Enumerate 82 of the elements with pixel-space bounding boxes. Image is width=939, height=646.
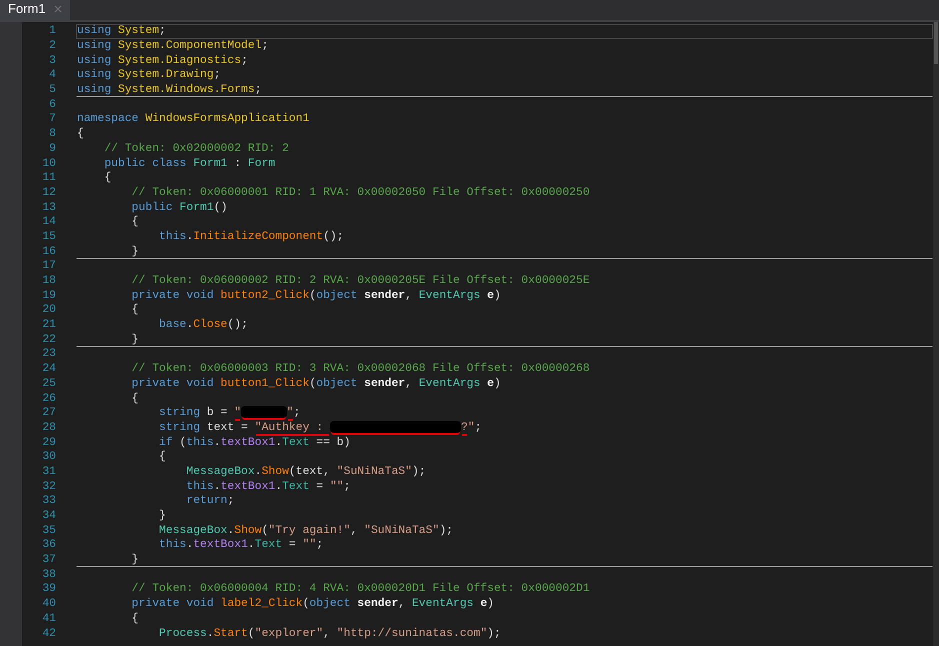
editor-tab[interactable]: Form1 ×	[0, 0, 70, 20]
line-number: 31	[41, 464, 56, 479]
code-line: {	[130, 612, 140, 626]
code-line: using System.Drawing;	[76, 68, 222, 83]
line-number: 34	[41, 509, 56, 524]
line-number: 4	[48, 68, 56, 82]
code-line: string text = "Authkey : ?";	[158, 420, 483, 436]
line-number: 11	[41, 171, 56, 186]
line-number: 2	[48, 39, 56, 54]
code-line: // Token: 0x06000004 RID: 4 RVA: 0x000020D1 File Offset: 0x000002D1	[130, 582, 591, 597]
line-number: 6	[48, 98, 56, 112]
line-number: 9	[48, 142, 56, 156]
line-number: 20	[41, 303, 56, 318]
line-number: 14	[41, 215, 56, 230]
line-number: 5	[48, 83, 56, 98]
code-line: private void label2_Click(object sender, EventArgs e)	[130, 596, 496, 612]
line-number: 29	[41, 436, 56, 450]
code-line: if (this.textBox1.Text == b)	[158, 436, 352, 450]
line-number: 35	[41, 524, 56, 538]
code-line: using System.Diagnostics;	[76, 54, 249, 68]
code-line: }	[158, 508, 167, 524]
line-number: 24	[41, 362, 56, 376]
code-line: // Token: 0x06000001 RID: 1 RVA: 0x00002050 File Offset: 0x00000250	[130, 186, 591, 200]
scrollbar[interactable]	[933, 22, 939, 646]
line-number: 32	[41, 480, 56, 494]
code-line: MessageBox.Show(text, "SuNiNaTaS");	[185, 464, 427, 480]
code-line: }	[76, 244, 933, 259]
code-line: {	[130, 392, 140, 406]
line-number: 22	[41, 332, 56, 347]
code-line: this.textBox1.Text = "";	[158, 538, 324, 553]
line-number: 25	[41, 376, 56, 391]
line-number: 40	[41, 597, 56, 612]
code-line: private void button2_Click(object sender, EventArgs e)	[130, 288, 502, 304]
line-number: 26	[41, 392, 56, 406]
code-line: namespace WindowsFormsApplication1	[76, 112, 310, 127]
code-line: {	[158, 450, 167, 465]
line-number: 38	[41, 568, 56, 582]
line-number: 17	[41, 259, 56, 274]
line-number: 10	[41, 156, 56, 171]
code-line: public class Form1 : Form	[103, 156, 276, 171]
line-number: 21	[41, 318, 56, 332]
code-line: {	[103, 170, 112, 186]
code-line: // Token: 0x06000002 RID: 2 RVA: 0x0000205E File Offset: 0x0000025E	[130, 274, 591, 288]
line-number: 36	[41, 538, 56, 552]
code-line: this.InitializeComponent();	[158, 230, 345, 244]
line-number: 42	[41, 626, 56, 641]
line-number: 28	[41, 420, 56, 435]
code-line: string b = " ";	[158, 406, 302, 421]
code-line: MessageBox.Show("Try again!", "SuNiNaTaS");	[158, 524, 454, 538]
code-line: {	[130, 303, 140, 318]
code-line: private void button1_Click(object sender, EventArgs e)	[130, 376, 502, 392]
line-number: 15	[41, 230, 56, 244]
line-number: 39	[41, 582, 56, 596]
line-number: 33	[41, 494, 56, 508]
code-line: return;	[185, 494, 236, 509]
code-line: }	[76, 552, 933, 568]
code-line: }	[76, 332, 933, 348]
line-number: 16	[41, 244, 56, 259]
code-line: base.Close();	[158, 318, 249, 332]
line-number: 41	[41, 612, 56, 626]
code-line: using System.ComponentModel;	[76, 38, 270, 54]
line-number: 7	[48, 112, 56, 126]
line-number: 12	[41, 186, 56, 200]
code-line: public Form1()	[130, 200, 228, 215]
line-number: 23	[41, 347, 56, 362]
line-number: 1	[48, 24, 56, 38]
scrollbar-thumb[interactable]	[934, 22, 938, 64]
line-number: 8	[48, 127, 56, 142]
line-number: 37	[41, 553, 56, 568]
line-number: 27	[41, 406, 56, 420]
code-line: {	[76, 126, 85, 142]
code-line: using System.Windows.Forms;	[76, 82, 933, 98]
line-number: 13	[41, 200, 56, 215]
code-line: this.textBox1.Text = "";	[185, 480, 352, 494]
line-number: 18	[41, 274, 56, 288]
line-number: 19	[41, 288, 56, 303]
code-line: {	[130, 214, 140, 230]
code-line: Process.Start("explorer", "http://suninatas.com");	[158, 626, 502, 641]
line-number: 30	[41, 450, 56, 464]
line-number: 3	[48, 54, 56, 68]
code-line: // Token: 0x02000002 RID: 2	[103, 142, 290, 156]
code-line: // Token: 0x06000003 RID: 3 RVA: 0x00002068 File Offset: 0x00000268	[130, 362, 591, 376]
